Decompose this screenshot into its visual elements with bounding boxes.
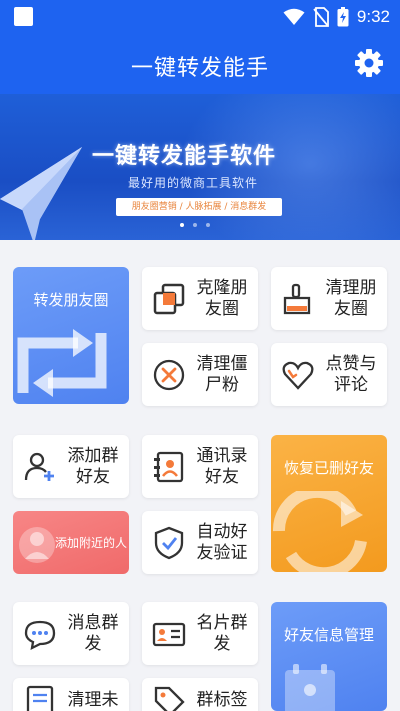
clone-moments-button[interactable]: 克隆朋友圈 xyxy=(142,267,258,330)
chat-bubble-icon xyxy=(24,620,56,650)
tile-label: 清理僵尸粉 xyxy=(196,353,248,395)
tile-label: 点赞与评论 xyxy=(325,353,377,395)
tile-label: 添加附近的人 xyxy=(55,536,128,550)
tile-label: 恢复已删好友 xyxy=(283,459,374,477)
group-tags-button[interactable]: 群标签 xyxy=(142,678,258,711)
tile-label: 名片群发 xyxy=(196,612,248,654)
auto-verify-button[interactable]: 自动好友验证 xyxy=(142,511,258,574)
tile-label: 消息群发 xyxy=(67,612,119,654)
status-time: 9:32 xyxy=(356,7,390,26)
tile-label: 清理朋友圈 xyxy=(325,277,377,319)
message-broadcast-button[interactable]: 消息群发 xyxy=(13,602,129,665)
restore-icon xyxy=(272,491,367,572)
clean-moments-button[interactable]: 清理朋友圈 xyxy=(271,267,387,330)
carousel-dots xyxy=(180,223,210,227)
banner-subtitle: 最好用的微商工具软件 xyxy=(128,176,259,190)
likes-comments-button[interactable]: 点赞与评论 xyxy=(271,343,387,406)
tile-label: 添加群好友 xyxy=(67,445,119,487)
battery-charging-icon xyxy=(337,7,349,27)
promo-banner[interactable]: 一键转发能手软件 最好用的微商工具软件 朋友圈营销 / 人脉拓展 / 消息群发 xyxy=(0,94,400,240)
card-broadcast-button[interactable]: 名片群发 xyxy=(142,602,258,665)
banner-tagline: 朋友圈营销 / 人脉拓展 / 消息群发 xyxy=(116,198,282,216)
contacts-friends-button[interactable]: 通讯录好友 xyxy=(142,435,258,498)
add-group-friends-button[interactable]: 添加群好友 xyxy=(13,435,129,498)
app-bar: 一键转发能手 xyxy=(0,34,400,94)
tile-label: 克隆朋友圈 xyxy=(196,277,248,319)
restore-deleted-friends-tile[interactable]: 恢复已删好友 xyxy=(271,435,387,572)
app-title: 一键转发能手 xyxy=(130,56,269,81)
close-circle-icon xyxy=(153,359,185,390)
wifi-icon xyxy=(283,8,305,25)
paper-plane-icon xyxy=(0,147,82,240)
status-bar: 9:32 xyxy=(0,0,400,34)
person-icon xyxy=(19,527,55,563)
clean-unread-button[interactable]: 清理未读 xyxy=(13,678,129,711)
tile-label: 群标签 xyxy=(196,690,248,710)
tile-label: 清理未读 xyxy=(67,690,119,710)
forward-moments-tile[interactable]: 转发朋友圈 xyxy=(13,267,129,404)
clean-zombies-button[interactable]: 清理僵尸粉 xyxy=(142,343,258,406)
tag-icon xyxy=(154,686,185,711)
broom-icon xyxy=(283,283,311,314)
carousel-dot[interactable] xyxy=(180,223,184,227)
notification-icon xyxy=(14,7,33,26)
tile-label: 通讯录好友 xyxy=(196,445,248,487)
friend-info-tile[interactable]: 好友信息管理 xyxy=(271,602,387,711)
contact-book-icon xyxy=(154,451,184,482)
shield-check-icon xyxy=(154,526,184,559)
calendar-user-icon xyxy=(285,664,335,711)
banner-title: 一键转发能手软件 xyxy=(92,144,277,169)
business-card-icon xyxy=(152,622,186,646)
document-icon xyxy=(26,685,54,711)
repost-icon xyxy=(17,329,107,397)
tile-label: 好友信息管理 xyxy=(283,626,374,644)
carousel-dot[interactable] xyxy=(206,223,210,227)
gear-icon[interactable] xyxy=(354,48,384,78)
add-user-icon xyxy=(24,452,54,481)
add-nearby-tile[interactable]: 添加附近的人 xyxy=(13,511,129,574)
no-sim-icon xyxy=(313,7,329,27)
tile-label: 转发朋友圈 xyxy=(33,291,109,309)
heart-icon xyxy=(282,361,314,390)
carousel-dot[interactable] xyxy=(193,223,197,227)
clone-icon xyxy=(153,283,185,314)
feature-grid: 转发朋友圈 克隆朋友圈 清理朋友圈 清理僵尸粉 点赞与评论 添加群好友 通讯录好… xyxy=(0,240,400,711)
tile-label: 自动好友验证 xyxy=(196,521,248,563)
